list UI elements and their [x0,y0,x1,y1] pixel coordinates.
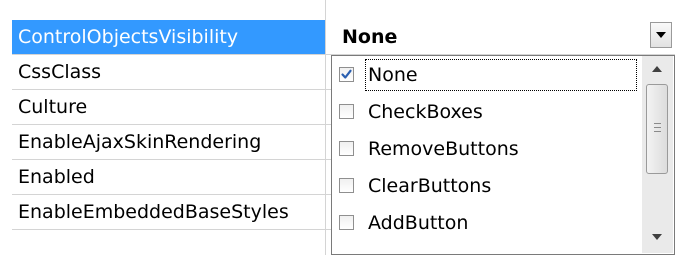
list-item-option[interactable]: ClearButtons [332,171,644,205]
option-label: CheckBoxes [368,101,483,123]
scroll-down-button[interactable] [642,224,673,252]
list-item-option[interactable]: AddButton [332,208,644,242]
visibility-dropdown-list[interactable]: None CheckBoxes RemoveButtons ClearButto… [331,55,675,255]
list-item-option[interactable]: RemoveButtons [332,134,644,168]
option-label: AddButton [368,212,469,234]
checkbox[interactable] [339,104,354,119]
property-name[interactable]: EnableAjaxSkinRendering [12,125,325,160]
option-label: ClearButtons [368,175,492,197]
grip-line [654,131,661,132]
property-value-cell[interactable]: None [326,20,675,55]
property-value: None [342,26,398,48]
list-item-option[interactable]: CheckBoxes [332,97,644,131]
vertical-scrollbar[interactable] [642,56,673,253]
scroll-thumb[interactable] [646,84,668,174]
scroll-up-button[interactable] [642,56,673,84]
checkbox[interactable] [339,67,354,82]
list-item-option[interactable]: None [332,59,644,94]
option-label: None [365,59,637,91]
property-name[interactable]: ControlObjectsVisibility [12,20,325,55]
dropdown-button[interactable] [650,22,672,48]
checkbox[interactable] [339,141,354,156]
property-name[interactable]: Enabled [12,160,325,195]
checkbox[interactable] [339,215,354,230]
property-name[interactable]: EnableEmbeddedBaseStyles [12,195,325,230]
checkbox[interactable] [339,178,354,193]
property-row-controlobjectsvisibility[interactable]: ControlObjectsVisibility None [0,20,675,55]
property-name[interactable]: CssClass [12,55,325,90]
property-name[interactable]: Culture [12,90,325,125]
option-label: RemoveButtons [368,138,519,160]
grip-line [654,127,661,128]
grip-line [654,123,661,124]
